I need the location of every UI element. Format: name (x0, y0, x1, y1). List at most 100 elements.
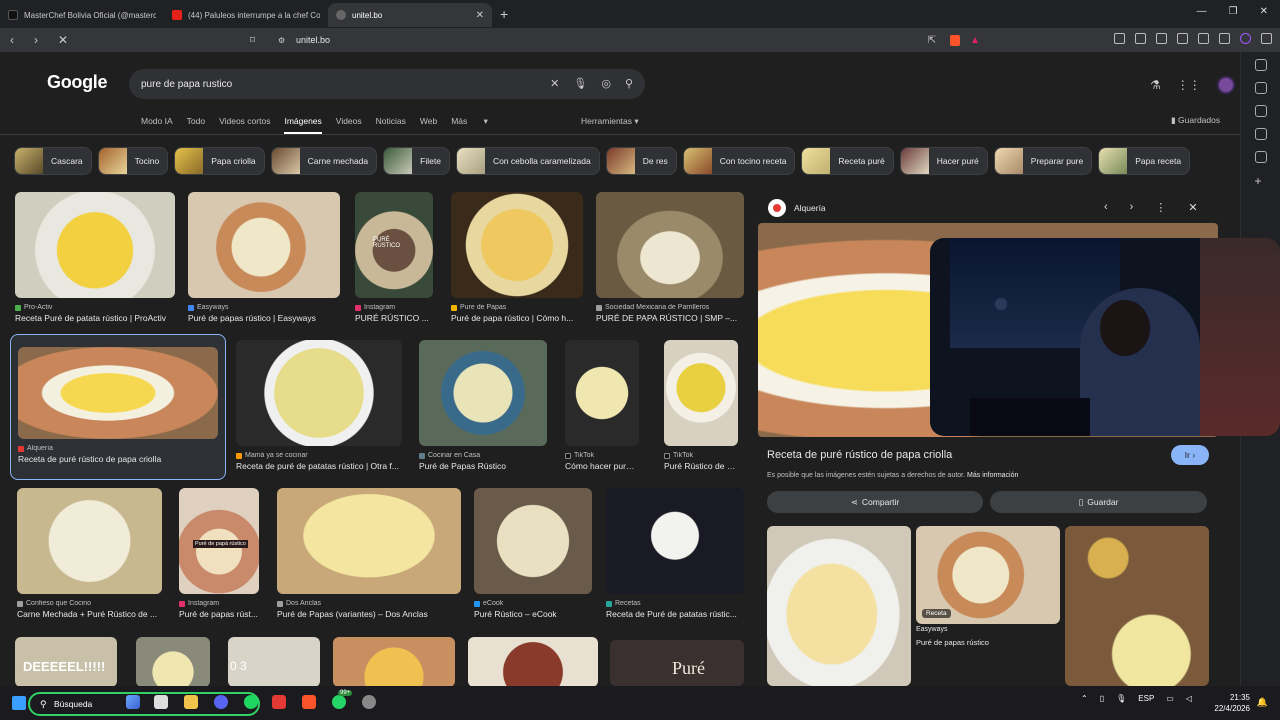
tray-expand-icon[interactable]: ⌃ (1081, 694, 1088, 703)
panel-title[interactable]: Receta de puré rústico de papa criolla (767, 449, 952, 461)
store-icon[interactable] (154, 695, 168, 709)
chip[interactable]: Tocino (97, 147, 169, 175)
tab-noticias[interactable]: Noticias (376, 116, 406, 134)
chip[interactable]: Con tocino receta (682, 147, 796, 175)
sidebar-reading-icon[interactable] (1254, 128, 1267, 140)
image-result[interactable]: Easyways Puré de papas rústico | Easyway… (188, 192, 340, 323)
mic-tray-icon[interactable]: 🎙 (1116, 694, 1126, 703)
image-result[interactable]: Mamá ya sé cocinar Receta de puré de pat… (236, 340, 402, 471)
menu-icon[interactable] (1261, 33, 1272, 44)
image-result[interactable]: Dos Anclas Puré de Papas (variantes) – D… (277, 488, 461, 619)
more-info-link[interactable]: Más información (967, 472, 1018, 479)
rewards-icon[interactable]: ▲ (970, 35, 980, 46)
chip[interactable]: Preparar pure (993, 147, 1093, 175)
spotify-icon[interactable] (244, 695, 258, 709)
labs-icon[interactable]: ⚗ (1150, 78, 1161, 92)
close-icon[interactable]: ✕ (1188, 201, 1197, 214)
sidebar-add-icon[interactable]: + (1255, 174, 1267, 188)
google-logo[interactable]: Google (47, 72, 108, 93)
new-tab-button[interactable]: + (500, 6, 508, 22)
share-button[interactable]: ⋖ Compartir (767, 491, 983, 513)
image-result[interactable]: Recetas Receta de Puré de patatas rústic… (606, 488, 744, 619)
next-icon[interactable]: › (1130, 201, 1134, 214)
tab-todo[interactable]: Todo (187, 116, 205, 134)
chip[interactable]: Con cebolla caramelizada (455, 147, 600, 175)
image-result[interactable]: Sociedad Mexicana de Parrilleros PURÉ DE… (596, 192, 744, 323)
tab-imagenes[interactable]: Imágenes (284, 116, 322, 134)
image-result[interactable]: Puré (610, 640, 744, 686)
discord-icon[interactable] (214, 695, 228, 709)
tab-modo-ia[interactable]: Modo IA (141, 116, 173, 134)
tab-masterchef[interactable]: MasterChef Bolivia Oficial (@masterc (0, 3, 164, 27)
back-icon[interactable]: ‹ (10, 33, 24, 47)
sidebar-wallet-icon[interactable] (1254, 105, 1267, 117)
app-red-icon[interactable] (272, 695, 286, 709)
chip[interactable]: Cascara (14, 147, 92, 175)
extension-icon[interactable] (1114, 33, 1125, 44)
image-result[interactable] (333, 637, 455, 686)
tab-mas[interactable]: Más ▾ (451, 116, 488, 134)
image-result[interactable]: Alquería Receta de puré rústico de papa … (18, 347, 218, 464)
search-input[interactable]: pure de papa rustico ✕ 🎙 ◎ ⚲ (129, 69, 645, 99)
stop-icon[interactable]: ✕ (58, 33, 72, 47)
panel-source[interactable]: Alquería (794, 203, 826, 213)
sidebar-chat-icon[interactable] (1254, 82, 1267, 94)
sidebar-toggle-icon[interactable] (1156, 33, 1167, 44)
close-tab-icon[interactable]: ✕ (476, 10, 484, 21)
language-indicator[interactable]: ESP (1138, 694, 1154, 703)
search-icon[interactable]: ⚲ (625, 77, 633, 90)
clear-icon[interactable]: ✕ (550, 77, 559, 90)
save-button[interactable]: ▯ Guardar (990, 491, 1207, 513)
minimize-icon[interactable]: — (1197, 6, 1207, 17)
avatar[interactable] (1216, 76, 1235, 94)
volume-icon[interactable]: ◁ (1186, 694, 1192, 703)
tab-youtube[interactable]: (44) Paluleos interrumpe a la chef Co (164, 3, 328, 27)
visit-button[interactable]: Ir › (1171, 445, 1209, 465)
image-result[interactable]: Cocinar en Casa Puré de Papas Rústico (419, 340, 547, 471)
image-result[interactable]: Confieso que Cocino Carne Mechada + Puré… (17, 488, 162, 619)
clock[interactable]: 21:35 22/4/2026 (1214, 692, 1250, 714)
image-result[interactable]: 0 3 (228, 637, 320, 686)
music-icon[interactable] (1135, 33, 1146, 44)
image-result[interactable]: TikTok Puré Rústico de P... (664, 340, 738, 471)
saved-button[interactable]: ▮ Guardados (1171, 115, 1220, 126)
profile-icon[interactable] (1240, 33, 1251, 44)
more-icon[interactable]: ⋮ (1155, 201, 1166, 214)
forward-icon[interactable]: › (34, 33, 48, 47)
chip[interactable]: De res (605, 147, 677, 175)
windows-start-icon[interactable] (12, 696, 26, 710)
widgets-icon[interactable] (126, 695, 140, 709)
close-window-icon[interactable]: ✕ (1260, 6, 1268, 17)
tab-videos-cortos[interactable]: Videos cortos (219, 116, 270, 134)
image-result[interactable]: Pro-Activ Receta Puré de patata rústico … (15, 192, 175, 323)
image-result[interactable] (136, 637, 210, 686)
brave-icon[interactable] (302, 695, 316, 709)
sidebar-bookmarks-icon[interactable] (1254, 151, 1267, 163)
tab-unitel[interactable]: unitel.bo ✕ (328, 3, 492, 27)
network-icon[interactable]: ▭ (1166, 694, 1174, 703)
chip[interactable]: Papa criolla (174, 147, 265, 175)
mic-icon[interactable]: 🎙 (573, 77, 587, 90)
battery-icon[interactable]: ▯ (1100, 694, 1104, 703)
explorer-icon[interactable] (184, 695, 198, 709)
puzzle-icon[interactable] (1198, 33, 1209, 44)
site-settings-icon[interactable]: ⚙ (278, 36, 285, 45)
image-result[interactable]: DEEEEEL!!!!! (15, 637, 117, 686)
lens-icon[interactable]: ◎ (601, 77, 611, 90)
image-result[interactable]: Pure de Papas Puré de papa rústico | Cóm… (451, 192, 583, 323)
image-result[interactable] (468, 637, 598, 686)
tools-button[interactable]: Herramientas ▾ (581, 116, 639, 127)
vpn-icon[interactable] (1219, 33, 1230, 44)
share-icon[interactable]: ⇱ (928, 35, 936, 46)
sidebar-pin-icon[interactable] (1254, 59, 1267, 71)
chip[interactable]: Papa receta (1098, 147, 1191, 175)
related-image[interactable] (1065, 526, 1209, 686)
tab-web[interactable]: Web (420, 116, 437, 134)
image-result[interactable]: Puré de papá rústico Instagram Puré de p… (179, 488, 259, 619)
tab-videos[interactable]: Videos (336, 116, 362, 134)
image-result[interactable]: PURÉ RÚSTICO Instagram PURÉ RÚSTICO ... (355, 192, 433, 323)
prev-icon[interactable]: ‹ (1104, 201, 1108, 214)
bookmark-icon[interactable]: ⌑ (250, 35, 255, 46)
image-result[interactable]: eCook Puré Rústico – eCook (474, 488, 592, 619)
app-icon[interactable] (362, 695, 376, 709)
